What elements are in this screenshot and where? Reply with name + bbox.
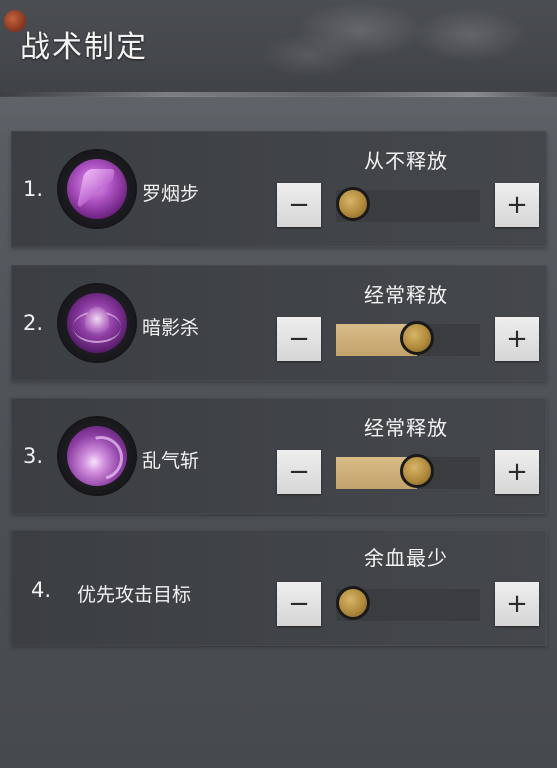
release-frequency-slider[interactable] (336, 454, 480, 489)
skill-name: 罗烟步 (142, 183, 200, 205)
spider-shadow-kill-skill-icon (59, 285, 135, 361)
release-mode-label: 经常释放 (364, 416, 448, 440)
tactic-row-1: 1. 罗烟步 从不释放 − + (11, 131, 547, 247)
decrease-button[interactable]: − (277, 183, 321, 227)
chaos-qi-slash-skill-icon (59, 418, 135, 494)
row-number: 1. (23, 177, 44, 201)
target-priority-slider[interactable] (336, 586, 480, 621)
slider-knob[interactable] (336, 187, 370, 221)
release-frequency-slider[interactable] (336, 187, 480, 222)
increase-button[interactable]: + (495, 183, 539, 227)
release-frequency-slider[interactable] (336, 321, 480, 356)
tactic-row-4: 4. 优先攻击目标 余血最少 − + (11, 530, 547, 646)
header-bar: 战术制定 (0, 0, 557, 96)
row-number: 2. (23, 311, 44, 335)
page-title: 战术制定 (20, 30, 148, 65)
increase-button[interactable]: + (495, 450, 539, 494)
skill-name: 暗影杀 (142, 317, 200, 339)
slider-knob[interactable] (336, 586, 370, 620)
row-number: 4. (31, 578, 52, 602)
slider-knob[interactable] (399, 454, 434, 488)
shadow-step-skill-icon (59, 151, 135, 227)
skill-name: 乱气斩 (142, 450, 200, 472)
decrease-button[interactable]: − (277, 450, 321, 494)
tactic-row-3: 3. 乱气斩 经常释放 − + (11, 398, 547, 514)
slider-knob[interactable] (399, 321, 434, 355)
increase-button[interactable]: + (495, 317, 539, 361)
release-mode-label: 从不释放 (364, 149, 448, 173)
header-divider (0, 92, 557, 97)
decrease-button[interactable]: − (277, 317, 321, 361)
increase-button[interactable]: + (495, 582, 539, 626)
row-number: 3. (23, 444, 44, 468)
tactic-row-2: 2. 暗影杀 经常释放 − + (11, 265, 547, 381)
decrease-button[interactable]: − (277, 582, 321, 626)
release-mode-label: 经常释放 (364, 283, 448, 307)
target-mode-label: 余血最少 (364, 546, 448, 570)
target-priority-label: 优先攻击目标 (77, 584, 192, 606)
